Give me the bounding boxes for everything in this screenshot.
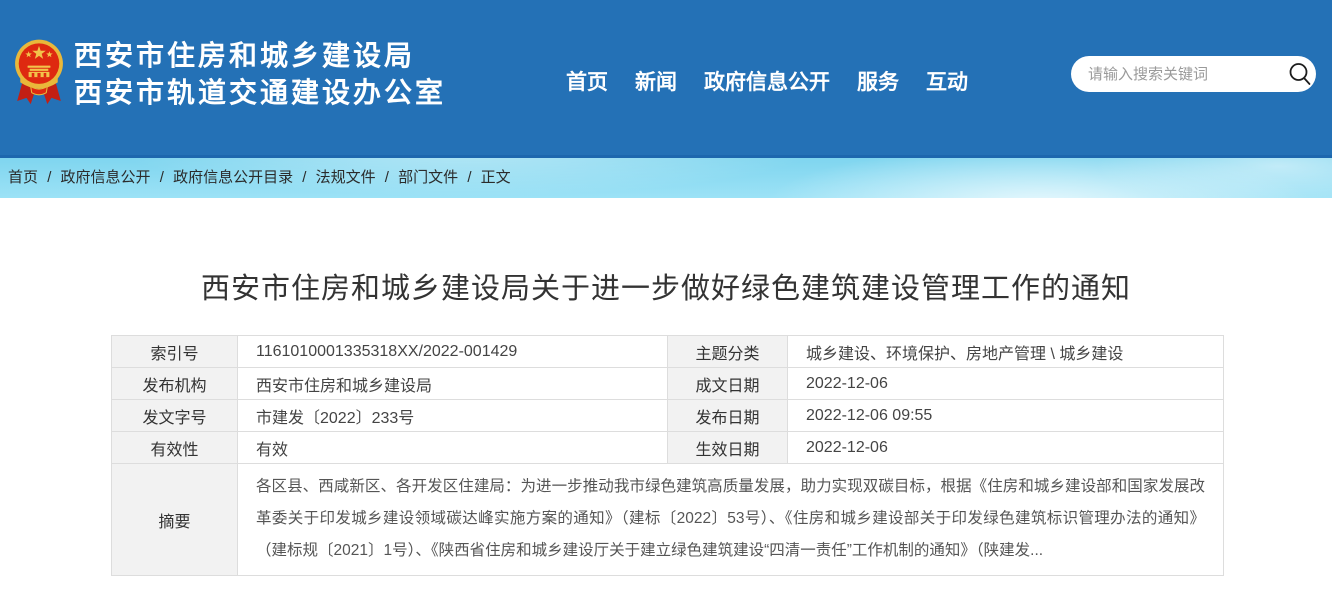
- site-header: 西安市住房和城乡建设局 西安市轨道交通建设办公室 首页 新闻 政府信息公开 服务…: [0, 0, 1332, 158]
- meta-row: 发文字号 市建发〔2022〕233号 发布日期 2022-12-06 09:55: [112, 400, 1224, 432]
- meta-row-summary: 摘要 各区县、西咸新区、各开发区住建局：为进一步推动我市绿色建筑高质量发展，助力…: [112, 464, 1224, 576]
- meta-label-document-number: 发文字号: [112, 400, 238, 432]
- breadcrumb-department-docs[interactable]: 部门文件: [398, 169, 458, 186]
- document-meta-table: 索引号 1161010001335318XX/2022-001429 主题分类 …: [111, 335, 1224, 576]
- nav-item-gov-info[interactable]: 政府信息公开: [704, 66, 830, 96]
- meta-label-written-date: 成文日期: [668, 368, 788, 400]
- meta-row: 发布机构 西安市住房和城乡建设局 成文日期 2022-12-06: [112, 368, 1224, 400]
- nav-item-interaction[interactable]: 互动: [926, 66, 968, 96]
- breadcrumb-band: 首页 / 政府信息公开 / 政府信息公开目录 / 法规文件 / 部门文件 / 正…: [0, 158, 1332, 198]
- meta-value-publish-date: 2022-12-06 09:55: [788, 400, 1224, 432]
- meta-value-issuing-agency: 西安市住房和城乡建设局: [238, 368, 668, 400]
- meta-label-effective-date: 生效日期: [668, 432, 788, 464]
- meta-row: 索引号 1161010001335318XX/2022-001429 主题分类 …: [112, 336, 1224, 368]
- meta-value-effective-date: 2022-12-06: [788, 432, 1224, 464]
- breadcrumb-separator: /: [302, 169, 306, 186]
- breadcrumb-current: 正文: [481, 169, 511, 186]
- breadcrumb-regulations[interactable]: 法规文件: [316, 169, 376, 186]
- meta-value-index-number: 1161010001335318XX/2022-001429: [238, 336, 668, 368]
- breadcrumb-gov-info-catalog[interactable]: 政府信息公开目录: [173, 169, 293, 186]
- national-emblem-icon: [13, 34, 65, 114]
- main-nav: 首页 新闻 政府信息公开 服务 互动: [566, 66, 968, 96]
- breadcrumb-separator: /: [47, 169, 51, 186]
- page: { "colors": { "header_bg": "#2471B6", "b…: [0, 0, 1332, 589]
- meta-value-document-number: 市建发〔2022〕233号: [238, 400, 668, 432]
- meta-label-summary: 摘要: [112, 464, 238, 576]
- breadcrumb-separator: /: [467, 169, 471, 186]
- site-logo-brand[interactable]: 西安市住房和城乡建设局 西安市轨道交通建设办公室: [13, 34, 446, 114]
- nav-item-services[interactable]: 服务: [857, 66, 899, 96]
- search-button[interactable]: [1287, 59, 1313, 89]
- site-title-line2: 西安市轨道交通建设办公室: [74, 74, 446, 111]
- nav-item-news[interactable]: 新闻: [635, 66, 677, 96]
- search-input[interactable]: [1088, 66, 1287, 83]
- meta-value-written-date: 2022-12-06: [788, 368, 1224, 400]
- search-box: [1071, 56, 1316, 92]
- breadcrumb-separator: /: [160, 169, 164, 186]
- meta-row: 有效性 有效 生效日期 2022-12-06: [112, 432, 1224, 464]
- site-title: 西安市住房和城乡建设局 西安市轨道交通建设办公室: [74, 37, 446, 111]
- nav-item-home[interactable]: 首页: [566, 66, 608, 96]
- breadcrumb-home[interactable]: 首页: [8, 169, 38, 186]
- site-title-line1: 西安市住房和城乡建设局: [74, 37, 446, 74]
- meta-label-topic-category: 主题分类: [668, 336, 788, 368]
- breadcrumb-gov-info[interactable]: 政府信息公开: [61, 169, 151, 186]
- search-icon: [1287, 61, 1313, 87]
- meta-label-index-number: 索引号: [112, 336, 238, 368]
- meta-value-validity: 有效: [238, 432, 668, 464]
- meta-label-publish-date: 发布日期: [668, 400, 788, 432]
- meta-value-topic-category: 城乡建设、环境保护、房地产管理 \ 城乡建设: [788, 336, 1224, 368]
- meta-value-summary: 各区县、西咸新区、各开发区住建局：为进一步推动我市绿色建筑高质量发展，助力实现双…: [238, 464, 1224, 576]
- meta-label-issuing-agency: 发布机构: [112, 368, 238, 400]
- meta-label-validity: 有效性: [112, 432, 238, 464]
- breadcrumb-separator: /: [385, 169, 389, 186]
- document-title: 西安市住房和城乡建设局关于进一步做好绿色建筑建设管理工作的通知: [0, 265, 1332, 307]
- article-content: 西安市住房和城乡建设局关于进一步做好绿色建筑建设管理工作的通知 索引号 1161…: [0, 265, 1332, 576]
- breadcrumb: 首页 / 政府信息公开 / 政府信息公开目录 / 法规文件 / 部门文件 / 正…: [0, 158, 1332, 198]
